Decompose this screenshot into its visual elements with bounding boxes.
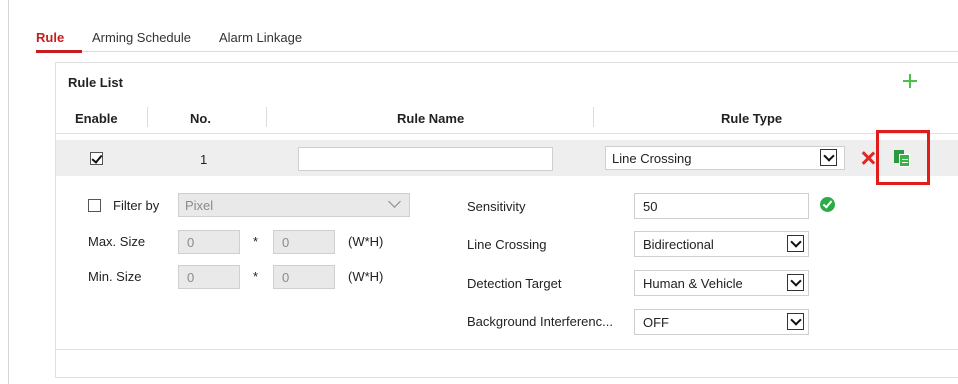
line-crossing-label: Line Crossing (467, 237, 547, 252)
sensitivity-input[interactable]: 50 (634, 193, 809, 219)
line-crossing-select[interactable]: Bidirectional (634, 231, 809, 257)
times-symbol: * (253, 234, 259, 249)
rule-list-title: Rule List (68, 75, 123, 90)
max-size-height-input: 0 (273, 230, 335, 254)
column-divider (147, 107, 148, 127)
copy-icon-line (902, 159, 908, 160)
chevron-down-icon[interactable] (787, 313, 804, 330)
filter-unit-value: Pixel (185, 198, 214, 213)
tab-rule[interactable]: Rule (36, 30, 64, 45)
min-size-label: Min. Size (88, 269, 142, 284)
line-crossing-value: Bidirectional (643, 237, 714, 252)
detection-target-select[interactable]: Human & Vehicle (634, 270, 809, 296)
copy-icon[interactable] (894, 150, 912, 168)
column-divider (593, 107, 594, 127)
rule-name-input[interactable] (298, 147, 553, 171)
rule-enable-checkbox[interactable] (90, 152, 103, 165)
copy-icon-line (902, 162, 908, 163)
column-divider (266, 107, 267, 127)
filter-unit-select: Pixel (178, 193, 410, 217)
filter-by-label: Filter by (113, 198, 160, 213)
chevron-down-icon[interactable] (820, 149, 837, 166)
copy-icon-front (899, 154, 910, 167)
plus-icon[interactable] (898, 69, 922, 93)
tab-arming-schedule[interactable]: Arming Schedule (92, 30, 191, 45)
detection-target-value: Human & Vehicle (643, 276, 743, 291)
min-size-width-input: 0 (178, 265, 240, 289)
panel-divider (56, 349, 958, 350)
background-interference-select[interactable]: OFF (634, 309, 809, 335)
background-interference-label: Background Interferenc... (467, 314, 613, 329)
dimension-unit: (W*H) (348, 234, 384, 249)
filter-by-checkbox[interactable] (88, 199, 101, 212)
column-header-no: No. (190, 111, 211, 126)
min-size-height-input: 0 (273, 265, 335, 289)
tab-alarm-linkage[interactable]: Alarm Linkage (219, 30, 302, 45)
rule-type-value: Line Crossing (612, 151, 692, 166)
check-circle-icon (820, 197, 835, 212)
column-header-rule-type: Rule Type (721, 111, 783, 126)
background-interference-value: OFF (643, 315, 669, 330)
chevron-down-icon[interactable] (787, 235, 804, 252)
max-size-width-input: 0 (178, 230, 240, 254)
table-header: Enable No. Rule Name Rule Type (56, 104, 958, 134)
times-symbol: * (253, 269, 259, 284)
dimension-unit: (W*H) (348, 269, 384, 284)
chevron-down-icon[interactable] (787, 274, 804, 291)
close-icon[interactable] (860, 150, 876, 166)
rule-type-select[interactable]: Line Crossing (605, 146, 845, 170)
detection-target-label: Detection Target (467, 276, 562, 291)
column-header-rule-name: Rule Name (397, 111, 465, 126)
left-divider (8, 0, 9, 384)
rule-number: 1 (200, 152, 208, 167)
active-tab-indicator (36, 50, 82, 53)
max-size-label: Max. Size (88, 234, 146, 249)
tab-bar: Rule Arming Schedule Alarm Linkage (36, 26, 958, 53)
column-header-enable: Enable (75, 111, 118, 126)
sensitivity-label: Sensitivity (467, 199, 526, 214)
